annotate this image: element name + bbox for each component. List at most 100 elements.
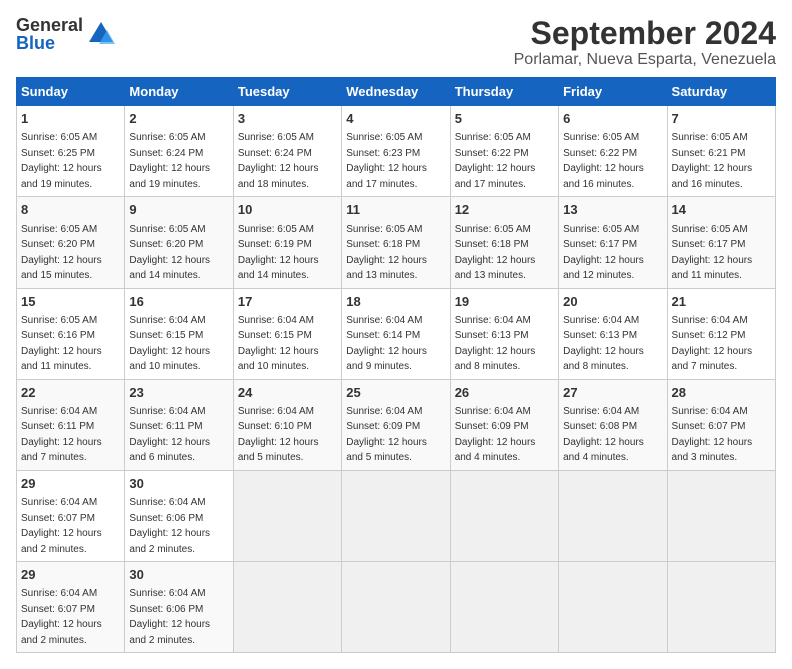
day-number: 15 [21, 293, 120, 311]
day-cell-29: 29 Sunrise: 6:04 AMSunset: 6:07 PMDaylig… [17, 562, 125, 653]
day-number: 12 [455, 201, 554, 219]
day-info: Sunrise: 6:05 AMSunset: 6:17 PMDaylight:… [563, 224, 644, 282]
day-number: 3 [238, 110, 337, 128]
day-cell-6: 6 Sunrise: 6:05 AMSunset: 6:22 PMDayligh… [559, 106, 667, 197]
day-info: Sunrise: 6:05 AMSunset: 6:16 PMDaylight:… [21, 315, 102, 373]
day-cell-empty [667, 562, 775, 653]
week-row-3: 15 Sunrise: 6:05 AMSunset: 6:16 PMDaylig… [17, 288, 776, 379]
day-info: Sunrise: 6:04 AMSunset: 6:13 PMDaylight:… [455, 315, 536, 373]
day-number: 29 [21, 566, 120, 584]
day-info: Sunrise: 6:04 AMSunset: 6:11 PMDaylight:… [129, 406, 210, 464]
day-number: 16 [129, 293, 228, 311]
day-info: Sunrise: 6:05 AMSunset: 6:22 PMDaylight:… [563, 132, 644, 190]
day-number: 10 [238, 201, 337, 219]
day-cell-29: 29 Sunrise: 6:04 AMSunset: 6:07 PMDaylig… [17, 470, 125, 561]
day-cell-empty [233, 470, 341, 561]
day-cell-18: 18 Sunrise: 6:04 AMSunset: 6:14 PMDaylig… [342, 288, 450, 379]
day-number: 17 [238, 293, 337, 311]
day-info: Sunrise: 6:04 AMSunset: 6:06 PMDaylight:… [129, 588, 210, 646]
day-cell-23: 23 Sunrise: 6:04 AMSunset: 6:11 PMDaylig… [125, 379, 233, 470]
day-info: Sunrise: 6:05 AMSunset: 6:24 PMDaylight:… [129, 132, 210, 190]
day-cell-15: 15 Sunrise: 6:05 AMSunset: 6:16 PMDaylig… [17, 288, 125, 379]
day-number: 1 [21, 110, 120, 128]
day-cell-25: 25 Sunrise: 6:04 AMSunset: 6:09 PMDaylig… [342, 379, 450, 470]
day-number: 25 [346, 384, 445, 402]
day-cell-3: 3 Sunrise: 6:05 AMSunset: 6:24 PMDayligh… [233, 106, 341, 197]
day-cell-empty [667, 470, 775, 561]
day-info: Sunrise: 6:04 AMSunset: 6:11 PMDaylight:… [21, 406, 102, 464]
day-info: Sunrise: 6:05 AMSunset: 6:20 PMDaylight:… [21, 224, 102, 282]
calendar-header: SundayMondayTuesdayWednesdayThursdayFrid… [17, 78, 776, 106]
day-number: 24 [238, 384, 337, 402]
day-cell-20: 20 Sunrise: 6:04 AMSunset: 6:13 PMDaylig… [559, 288, 667, 379]
day-cell-11: 11 Sunrise: 6:05 AMSunset: 6:18 PMDaylig… [342, 197, 450, 288]
calendar-table: SundayMondayTuesdayWednesdayThursdayFrid… [16, 77, 776, 653]
header-day-sunday: Sunday [17, 78, 125, 106]
day-cell-empty [450, 470, 558, 561]
day-cell-7: 7 Sunrise: 6:05 AMSunset: 6:21 PMDayligh… [667, 106, 775, 197]
day-cell-17: 17 Sunrise: 6:04 AMSunset: 6:15 PMDaylig… [233, 288, 341, 379]
day-cell-13: 13 Sunrise: 6:05 AMSunset: 6:17 PMDaylig… [559, 197, 667, 288]
day-info: Sunrise: 6:05 AMSunset: 6:17 PMDaylight:… [672, 224, 753, 282]
header-row: SundayMondayTuesdayWednesdayThursdayFrid… [17, 78, 776, 106]
day-cell-27: 27 Sunrise: 6:04 AMSunset: 6:08 PMDaylig… [559, 379, 667, 470]
day-info: Sunrise: 6:04 AMSunset: 6:15 PMDaylight:… [238, 315, 319, 373]
day-info: Sunrise: 6:05 AMSunset: 6:24 PMDaylight:… [238, 132, 319, 190]
day-number: 30 [129, 475, 228, 493]
day-cell-30: 30 Sunrise: 6:04 AMSunset: 6:06 PMDaylig… [125, 470, 233, 561]
day-cell-24: 24 Sunrise: 6:04 AMSunset: 6:10 PMDaylig… [233, 379, 341, 470]
day-cell-16: 16 Sunrise: 6:04 AMSunset: 6:15 PMDaylig… [125, 288, 233, 379]
day-cell-10: 10 Sunrise: 6:05 AMSunset: 6:19 PMDaylig… [233, 197, 341, 288]
day-cell-empty [450, 562, 558, 653]
day-number: 11 [346, 201, 445, 219]
day-info: Sunrise: 6:04 AMSunset: 6:12 PMDaylight:… [672, 315, 753, 373]
header-day-tuesday: Tuesday [233, 78, 341, 106]
day-info: Sunrise: 6:04 AMSunset: 6:09 PMDaylight:… [346, 406, 427, 464]
day-cell-9: 9 Sunrise: 6:05 AMSunset: 6:20 PMDayligh… [125, 197, 233, 288]
day-info: Sunrise: 6:05 AMSunset: 6:22 PMDaylight:… [455, 132, 536, 190]
day-info: Sunrise: 6:04 AMSunset: 6:07 PMDaylight:… [21, 588, 102, 646]
day-cell-28: 28 Sunrise: 6:04 AMSunset: 6:07 PMDaylig… [667, 379, 775, 470]
day-cell-empty [559, 562, 667, 653]
logo: General Blue [16, 16, 115, 52]
day-info: Sunrise: 6:04 AMSunset: 6:14 PMDaylight:… [346, 315, 427, 373]
week-row-5: 29 Sunrise: 6:04 AMSunset: 6:07 PMDaylig… [17, 470, 776, 561]
week-row-4: 22 Sunrise: 6:04 AMSunset: 6:11 PMDaylig… [17, 379, 776, 470]
page-title: September 2024 [514, 16, 776, 51]
day-info: Sunrise: 6:05 AMSunset: 6:18 PMDaylight:… [346, 224, 427, 282]
day-cell-26: 26 Sunrise: 6:04 AMSunset: 6:09 PMDaylig… [450, 379, 558, 470]
day-number: 27 [563, 384, 662, 402]
day-cell-empty [342, 562, 450, 653]
day-cell-5: 5 Sunrise: 6:05 AMSunset: 6:22 PMDayligh… [450, 106, 558, 197]
day-cell-30: 30 Sunrise: 6:04 AMSunset: 6:06 PMDaylig… [125, 562, 233, 653]
header-day-monday: Monday [125, 78, 233, 106]
day-number: 21 [672, 293, 771, 311]
day-number: 13 [563, 201, 662, 219]
logo-icon [87, 20, 115, 48]
day-number: 5 [455, 110, 554, 128]
day-info: Sunrise: 6:04 AMSunset: 6:09 PMDaylight:… [455, 406, 536, 464]
week-row-2: 8 Sunrise: 6:05 AMSunset: 6:20 PMDayligh… [17, 197, 776, 288]
header-day-thursday: Thursday [450, 78, 558, 106]
day-number: 28 [672, 384, 771, 402]
day-info: Sunrise: 6:04 AMSunset: 6:08 PMDaylight:… [563, 406, 644, 464]
day-number: 7 [672, 110, 771, 128]
day-number: 8 [21, 201, 120, 219]
page-header: General Blue September 2024 Porlamar, Nu… [16, 16, 776, 69]
header-day-saturday: Saturday [667, 78, 775, 106]
page-subtitle: Porlamar, Nueva Esparta, Venezuela [514, 51, 776, 69]
day-number: 22 [21, 384, 120, 402]
day-cell-22: 22 Sunrise: 6:04 AMSunset: 6:11 PMDaylig… [17, 379, 125, 470]
day-number: 26 [455, 384, 554, 402]
day-info: Sunrise: 6:04 AMSunset: 6:07 PMDaylight:… [21, 497, 102, 555]
day-info: Sunrise: 6:04 AMSunset: 6:13 PMDaylight:… [563, 315, 644, 373]
day-cell-2: 2 Sunrise: 6:05 AMSunset: 6:24 PMDayligh… [125, 106, 233, 197]
day-number: 14 [672, 201, 771, 219]
day-cell-14: 14 Sunrise: 6:05 AMSunset: 6:17 PMDaylig… [667, 197, 775, 288]
day-info: Sunrise: 6:05 AMSunset: 6:18 PMDaylight:… [455, 224, 536, 282]
day-cell-empty [233, 562, 341, 653]
day-info: Sunrise: 6:05 AMSunset: 6:20 PMDaylight:… [129, 224, 210, 282]
day-number: 29 [21, 475, 120, 493]
day-cell-21: 21 Sunrise: 6:04 AMSunset: 6:12 PMDaylig… [667, 288, 775, 379]
day-info: Sunrise: 6:05 AMSunset: 6:25 PMDaylight:… [21, 132, 102, 190]
